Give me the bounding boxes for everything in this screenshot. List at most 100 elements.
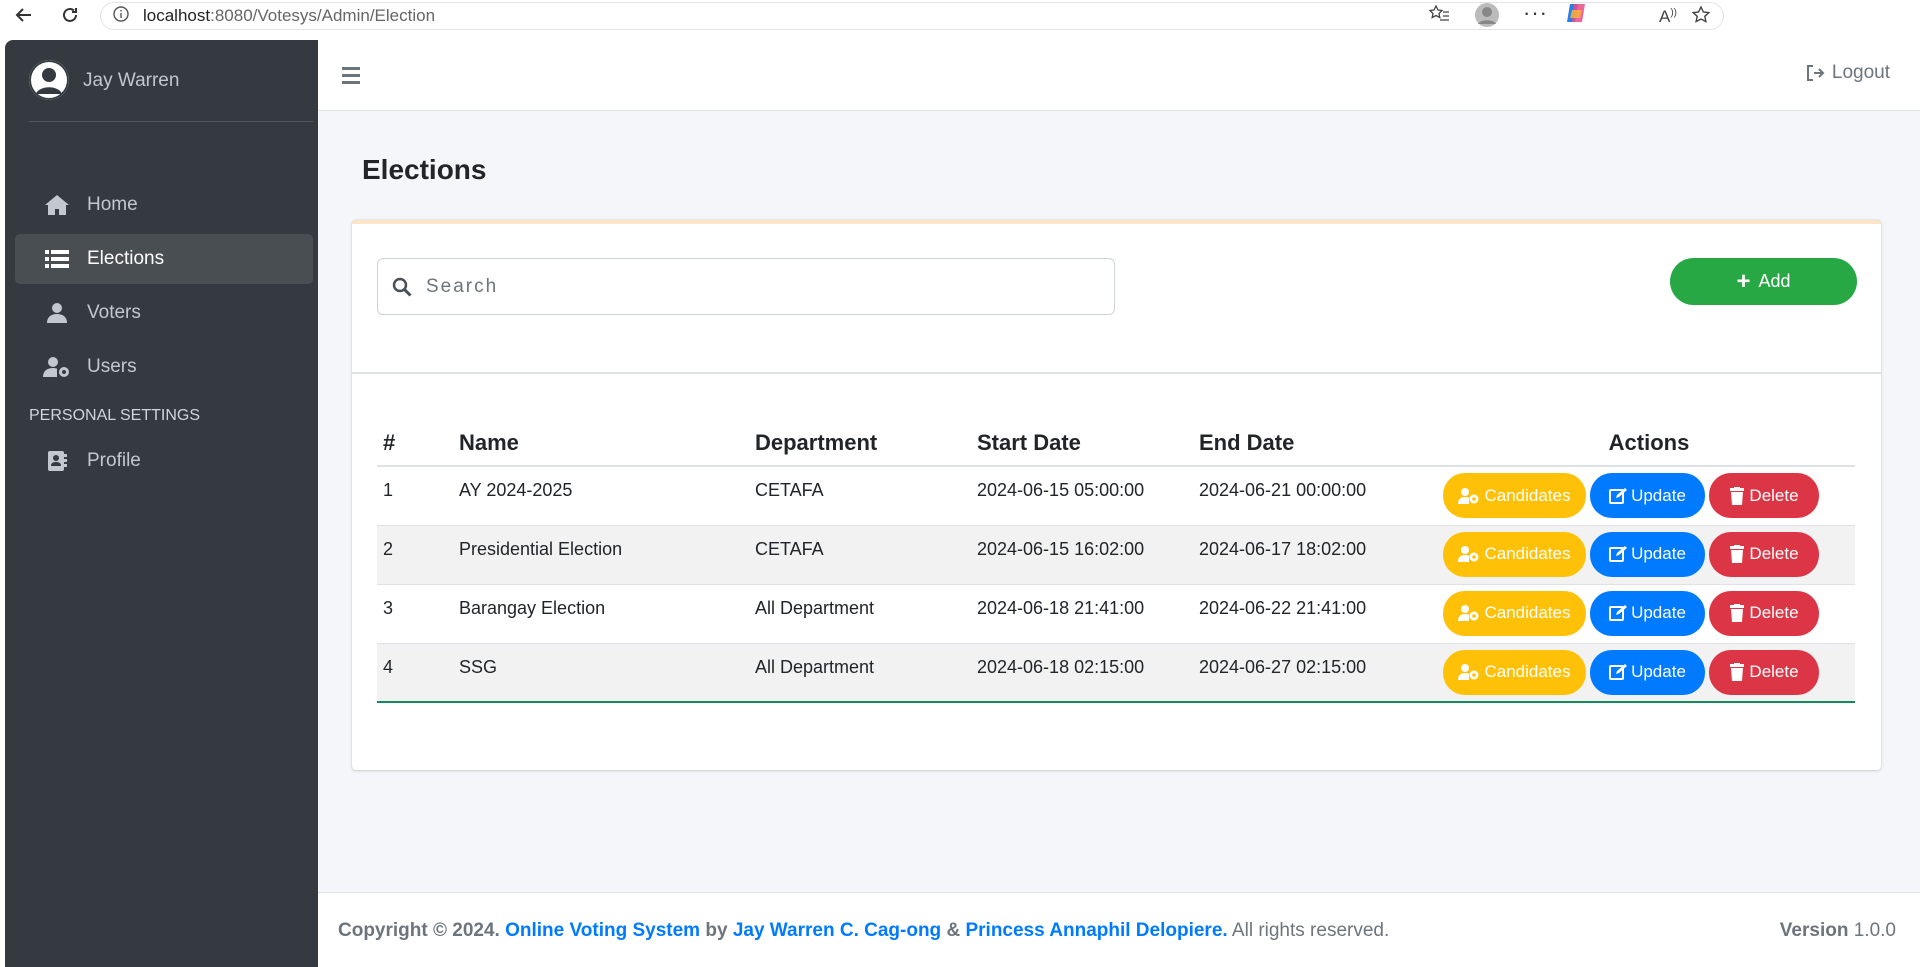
footer: Copyright © 2024. Online Voting System b… xyxy=(318,892,1920,967)
home-icon xyxy=(43,193,71,217)
info-icon[interactable] xyxy=(113,5,129,27)
user-name[interactable]: Jay Warren xyxy=(83,70,179,92)
cell-actions: Candidates Update Delete xyxy=(1437,525,1855,584)
candidates-button[interactable]: Candidates xyxy=(1443,649,1586,695)
browser-toolbar: localhost:8080/Votesys/Admin/Election A)… xyxy=(0,0,1920,34)
sidebar-item-home[interactable]: Home xyxy=(15,180,313,230)
url-text: localhost:8080/Votesys/Admin/Election xyxy=(143,6,436,25)
cell-name: Presidential Election xyxy=(459,538,623,559)
cell-name: SSG xyxy=(459,656,498,677)
back-icon[interactable] xyxy=(12,3,36,27)
trash-icon xyxy=(1730,486,1745,505)
sidebar-item-label: Voters xyxy=(87,302,141,323)
footer-version: Version 1.0.0 xyxy=(1780,920,1896,942)
search-input[interactable] xyxy=(426,266,1086,307)
elections-card: + Add # Name Department Start Date End D… xyxy=(352,220,1881,770)
amp-text: & xyxy=(946,920,961,941)
cell-number: 1 xyxy=(383,480,394,500)
column-header-start-date: Start Date xyxy=(971,420,1193,467)
reload-icon[interactable] xyxy=(58,3,82,27)
sidebar-nav: Home Elections Voters Users PERSONAL SET… xyxy=(15,180,313,490)
author2-link[interactable]: Princess Annaphil Delopiere. xyxy=(965,920,1227,941)
read-aloud-icon[interactable]: A)) xyxy=(1659,7,1677,27)
candidates-label: Candidates xyxy=(1484,485,1571,505)
column-header-end-date: End Date xyxy=(1193,420,1437,467)
edit-icon xyxy=(1609,664,1628,680)
search-box xyxy=(377,258,1115,315)
column-header-number: # xyxy=(377,420,453,467)
table-row: 2 Presidential Election CETAFA 2024-06-1… xyxy=(377,525,1855,584)
version-label: Version xyxy=(1779,920,1849,941)
user-cog-icon xyxy=(1458,487,1479,504)
sidebar-item-label: Elections xyxy=(87,248,165,269)
plus-icon: + xyxy=(1736,267,1751,295)
profile-avatar-icon[interactable] xyxy=(1474,2,1500,33)
by-text: by xyxy=(705,920,728,941)
delete-button[interactable]: Delete xyxy=(1709,590,1819,636)
elections-table-wrap: # Name Department Start Date End Date Ac… xyxy=(377,420,1855,703)
cell-number: 2 xyxy=(383,538,394,559)
update-label: Update xyxy=(1631,485,1686,505)
user-panel[interactable]: Jay Warren xyxy=(29,60,313,122)
cell-number: 3 xyxy=(383,597,394,618)
list-icon xyxy=(43,247,71,271)
edit-icon xyxy=(1609,605,1628,621)
copilot-icon[interactable] xyxy=(1564,1,1588,30)
update-label: Update xyxy=(1631,603,1686,622)
user-cog-icon xyxy=(1458,605,1479,621)
rights-text: All rights reserved. xyxy=(1231,920,1390,941)
sidebar-item-label: Users xyxy=(87,356,137,377)
card-header: + Add xyxy=(352,224,1881,374)
edit-icon xyxy=(1609,546,1628,562)
trash-icon xyxy=(1730,663,1745,681)
sidebar-item-users[interactable]: Users xyxy=(15,342,313,392)
column-header-name: Name xyxy=(453,420,749,467)
author1-link[interactable]: Jay Warren C. Cag-ong xyxy=(733,920,941,941)
update-label: Update xyxy=(1631,662,1686,681)
delete-button[interactable]: Delete xyxy=(1709,649,1819,695)
sidebar-item-voters[interactable]: Voters xyxy=(15,288,313,338)
candidates-button[interactable]: Candidates xyxy=(1443,590,1586,636)
add-label: Add xyxy=(1758,271,1791,291)
cell-department: CETAFA xyxy=(755,480,824,500)
page-title: Elections xyxy=(362,154,487,185)
favorites-icon[interactable] xyxy=(1428,4,1450,29)
version-value: 1.0.0 xyxy=(1853,920,1896,941)
cell-start-date: 2024-06-18 02:15:00 xyxy=(977,656,1145,677)
delete-button[interactable]: Delete xyxy=(1709,531,1819,577)
sidebar-item-label: Home xyxy=(87,194,138,215)
add-election-button[interactable]: + Add xyxy=(1670,258,1857,305)
cell-number: 4 xyxy=(383,656,394,677)
update-button[interactable]: Update xyxy=(1590,531,1705,577)
cell-end-date: 2024-06-22 21:41:00 xyxy=(1199,597,1367,618)
candidates-button[interactable]: Candidates xyxy=(1443,473,1586,518)
update-button[interactable]: Update xyxy=(1590,473,1705,518)
cell-start-date: 2024-06-15 05:00:00 xyxy=(977,480,1145,500)
logout-link[interactable]: Logout xyxy=(1806,62,1890,84)
delete-button[interactable]: Delete xyxy=(1709,473,1819,518)
table-row: 3 Barangay Election All Department 2024-… xyxy=(377,584,1855,643)
favorite-star-icon[interactable] xyxy=(1691,5,1711,30)
update-label: Update xyxy=(1631,544,1686,563)
address-card-icon xyxy=(43,449,71,473)
cell-actions: Candidates Update Delete xyxy=(1437,466,1855,525)
update-button[interactable]: Update xyxy=(1590,649,1705,695)
cell-end-date: 2024-06-21 00:00:00 xyxy=(1199,480,1367,500)
more-options-icon[interactable]: ··· xyxy=(1523,0,1548,26)
delete-label: Delete xyxy=(1749,485,1799,505)
table-row: 1 AY 2024-2025 CETAFA 2024-06-15 05:00:0… xyxy=(377,466,1855,525)
user-avatar xyxy=(29,60,69,100)
sidebar-item-profile[interactable]: Profile xyxy=(15,436,313,486)
sidebar-item-elections[interactable]: Elections xyxy=(15,234,313,284)
table-row: 4 SSG All Department 2024-06-18 02:15:00… xyxy=(377,643,1855,702)
system-name-link[interactable]: Online Voting System xyxy=(505,920,700,941)
menu-toggle-icon[interactable] xyxy=(342,63,366,87)
edit-icon xyxy=(1609,487,1628,504)
candidates-button[interactable]: Candidates xyxy=(1443,531,1586,577)
user-cog-icon xyxy=(43,355,71,379)
cell-start-date: 2024-06-18 21:41:00 xyxy=(977,597,1145,618)
column-header-actions: Actions xyxy=(1437,420,1855,467)
update-button[interactable]: Update xyxy=(1590,590,1705,636)
user-icon xyxy=(43,301,71,325)
trash-icon xyxy=(1730,545,1745,563)
